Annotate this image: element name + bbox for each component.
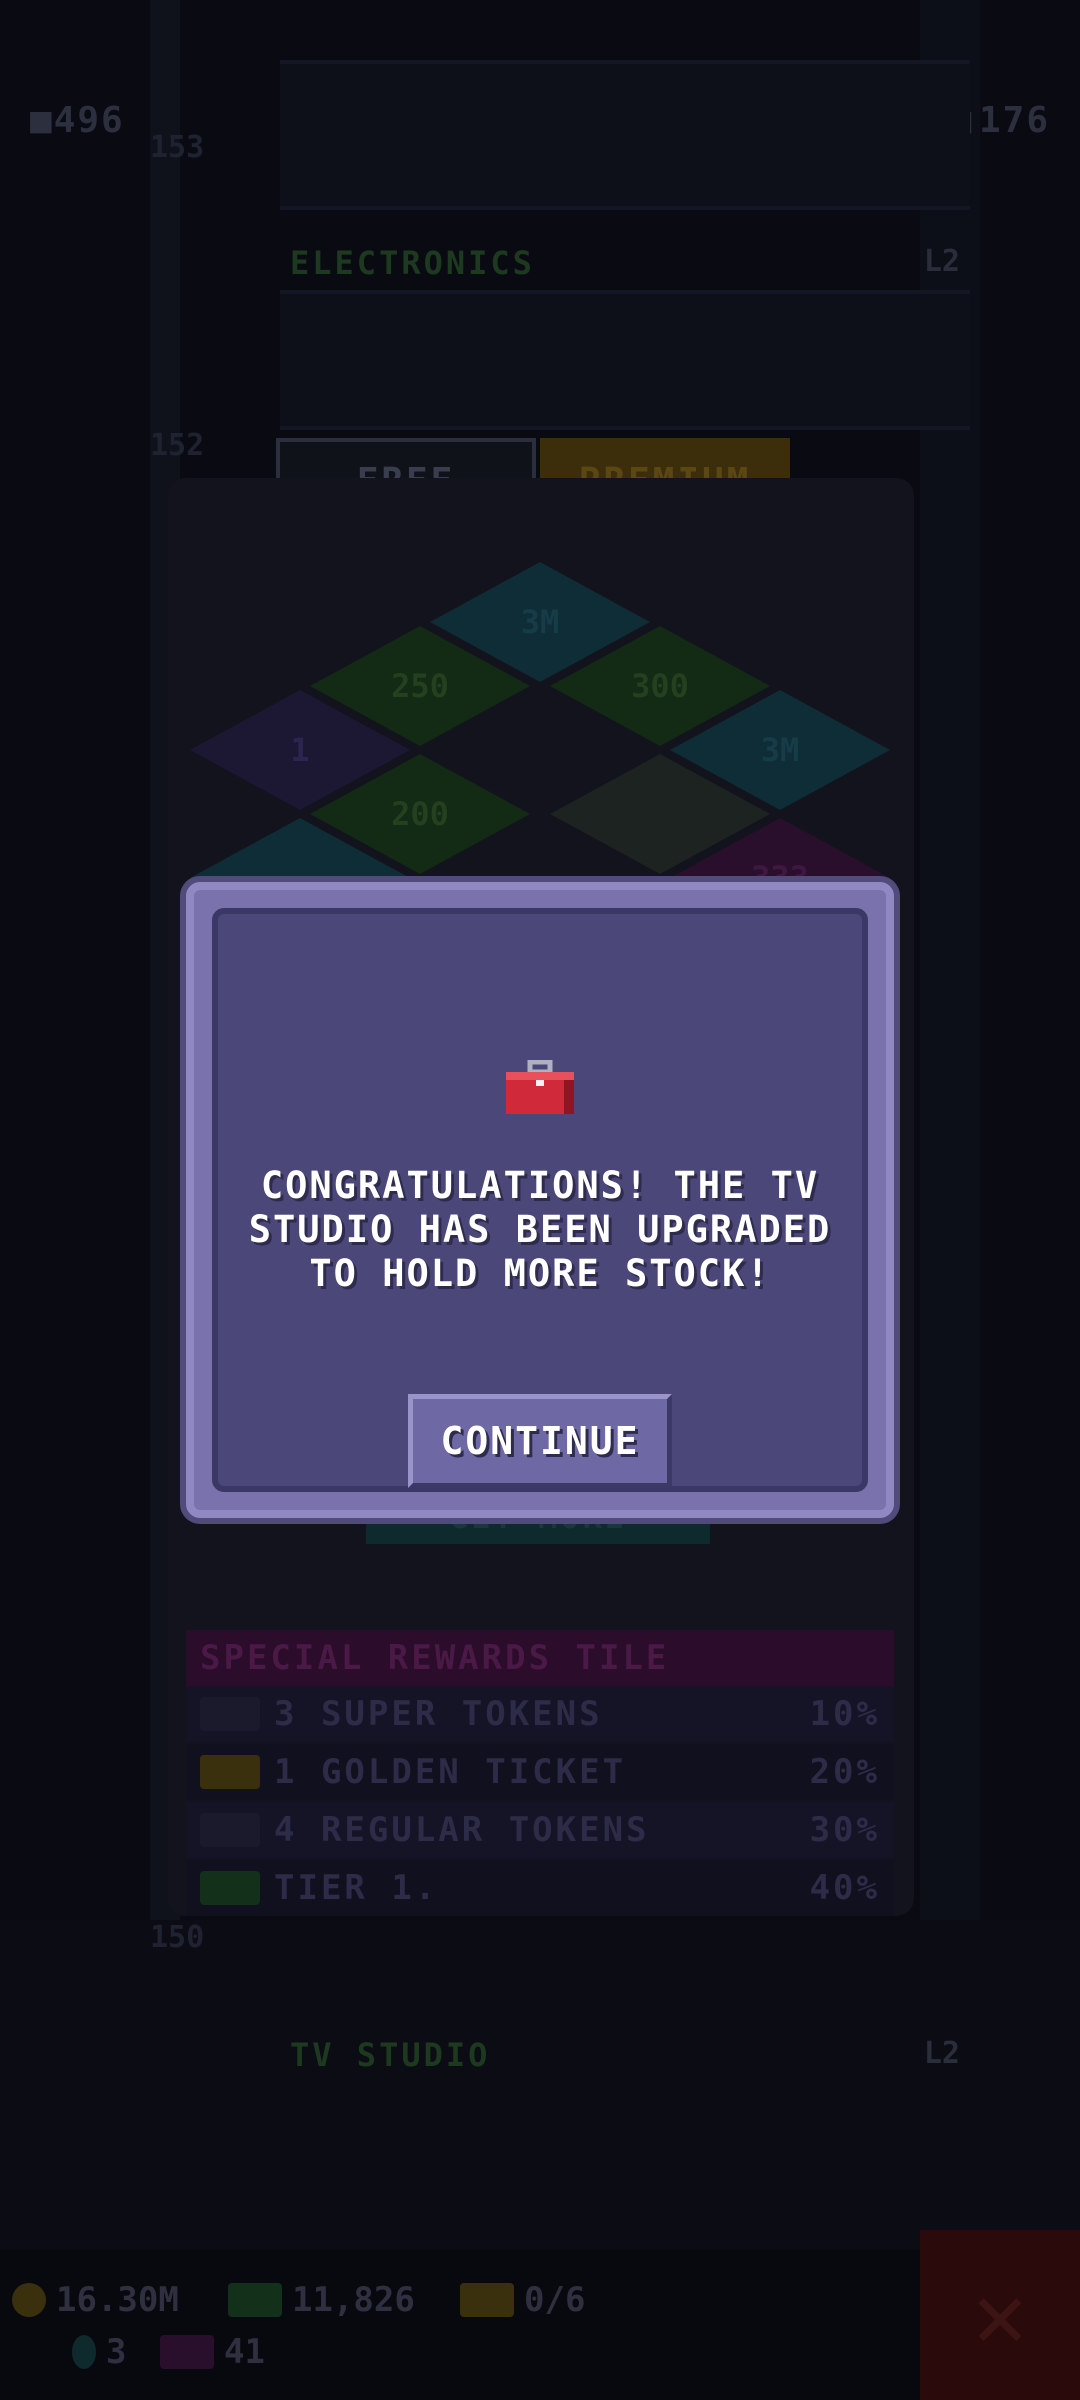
dialog-body: CONGRATULATIONS! THE TV STUDIO HAS BEEN … [212, 908, 868, 1492]
gem-icon [72, 2335, 96, 2369]
tv-counter: 41 [160, 2332, 265, 2372]
floor-row [280, 290, 970, 430]
top-left-stat: ■496 [30, 100, 125, 141]
bottom-hud-bar [0, 2250, 1080, 2400]
bux-counter: 11,826 [228, 2280, 415, 2320]
floor-row [280, 60, 970, 210]
key-icon [200, 1813, 260, 1847]
toolbox-icon [506, 1060, 574, 1114]
continue-button[interactable]: CONTINUE [408, 1394, 672, 1488]
coins-counter: 16.30M [12, 2280, 179, 2320]
lower-floors [0, 1920, 1080, 2250]
floor-number: 152 [150, 428, 205, 463]
floor-name: TV STUDIO [290, 2036, 491, 2074]
floor-level: L2 [923, 244, 960, 279]
special-rewards-title: SPECIAL REWARDS TILE [186, 1630, 894, 1686]
coin-icon [12, 2283, 46, 2317]
ticket-icon [460, 2283, 514, 2317]
special-reward-row: 3 SUPER TOKENS 10% [186, 1686, 894, 1742]
tickets-counter: 0/6 [460, 2280, 585, 2320]
floor-name: ELECTRONICS [290, 244, 535, 282]
gems-counter: 3 [72, 2332, 126, 2372]
upgrade-message: CONGRATULATIONS! THE TV STUDIO HAS BEEN … [248, 1164, 832, 1295]
cash-icon [200, 1871, 260, 1905]
upgrade-dialog: CONGRATULATIONS! THE TV STUDIO HAS BEEN … [186, 882, 894, 1518]
key-icon [200, 1697, 260, 1731]
special-reward-row: TIER 1. 40% [186, 1860, 894, 1916]
special-reward-row: 4 REGULAR TOKENS 30% [186, 1802, 894, 1858]
close-icon[interactable]: ✕ [920, 2230, 1080, 2400]
ticket-icon [200, 1755, 260, 1789]
special-reward-row: 1 GOLDEN TICKET 20% [186, 1744, 894, 1800]
floor-number: 153 [150, 130, 205, 165]
people-icon: ■ [30, 100, 54, 141]
floor-level: L2 [923, 2036, 960, 2071]
bux-icon [228, 2283, 282, 2317]
tv-icon [160, 2335, 214, 2369]
floor-number: 150 [150, 1920, 205, 1955]
